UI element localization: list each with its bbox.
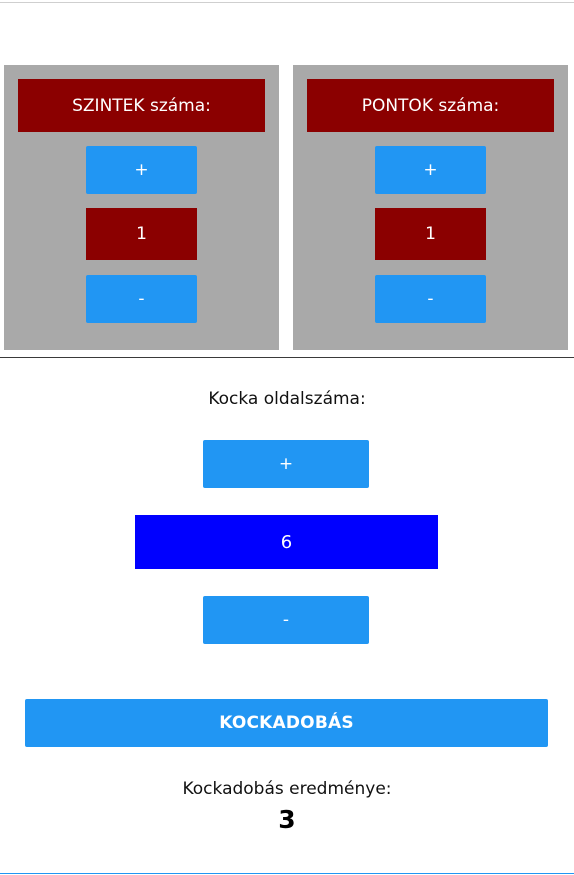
bottom-divider <box>0 873 574 874</box>
dice-sides-decrement-button[interactable]: - <box>203 596 369 644</box>
points-decrement-button[interactable]: - <box>375 275 486 323</box>
levels-title: SZINTEK száma: <box>18 79 265 132</box>
points-panel: PONTOK száma: + 1 - <box>293 65 568 350</box>
dice-sides-label: Kocka oldalszáma: <box>208 389 366 409</box>
points-title: PONTOK száma: <box>307 79 554 132</box>
roll-dice-button[interactable]: KOCKADOBÁS <box>25 699 548 747</box>
levels-decrement-button[interactable]: - <box>86 275 197 323</box>
levels-increment-button[interactable]: + <box>86 146 197 194</box>
points-value: 1 <box>375 208 486 260</box>
roll-result-value: 3 <box>278 805 296 834</box>
section-divider <box>0 357 574 358</box>
levels-panel: SZINTEK száma: + 1 - <box>4 65 279 350</box>
top-divider <box>0 2 574 3</box>
dice-sides-value: 6 <box>135 515 438 569</box>
roll-result-label: Kockadobás eredménye: <box>182 779 392 799</box>
levels-value: 1 <box>86 208 197 260</box>
points-increment-button[interactable]: + <box>375 146 486 194</box>
dice-sides-increment-button[interactable]: + <box>203 440 369 488</box>
